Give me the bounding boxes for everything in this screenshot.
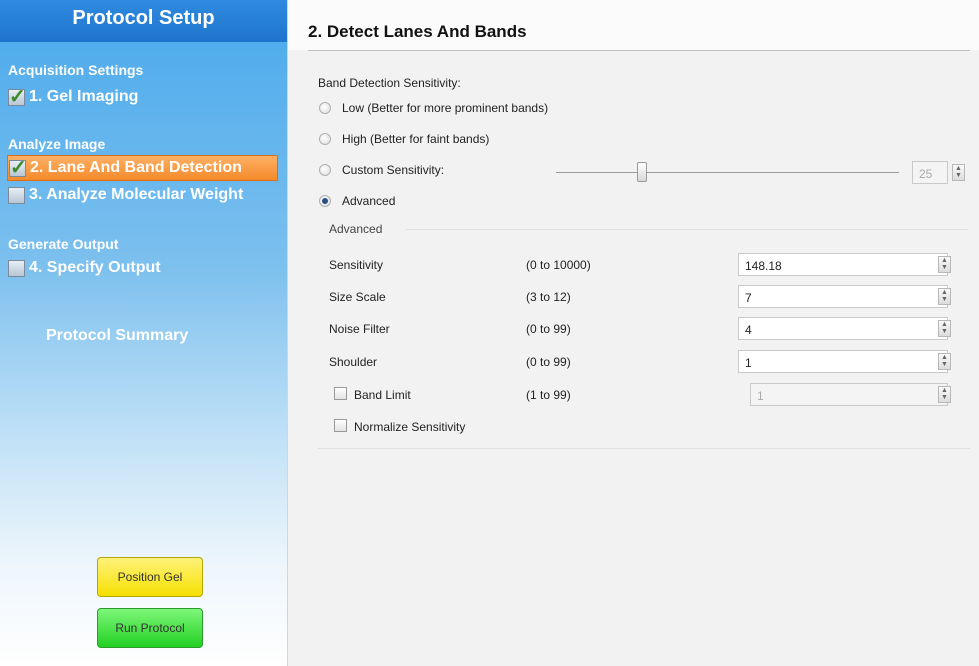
- param-shoulder-range: (0 to 99): [526, 355, 571, 369]
- size-scale-spinner[interactable]: ▲ ▼: [938, 288, 951, 305]
- checkbox-icon: [8, 259, 25, 277]
- band-limit-checkbox[interactable]: [334, 387, 347, 400]
- radio-custom-label[interactable]: Custom Sensitivity:: [342, 163, 444, 177]
- custom-sensitivity-slider-track[interactable]: [556, 172, 899, 173]
- custom-sensitivity-slider-thumb[interactable]: [636, 162, 647, 182]
- band-limit-spinner[interactable]: ▲ ▼: [938, 386, 951, 403]
- param-band-limit-label[interactable]: Band Limit: [354, 388, 411, 402]
- size-scale-field[interactable]: 7: [738, 285, 948, 308]
- band-detection-sensitivity-label: Band Detection Sensitivity:: [318, 76, 461, 90]
- radio-advanced[interactable]: [319, 195, 331, 207]
- advanced-divider: [406, 229, 968, 230]
- run-protocol-button[interactable]: Run Protocol: [97, 608, 203, 648]
- step-label: 4. Specify Output: [29, 259, 161, 276]
- section-acquisition-settings: Acquisition Settings: [8, 62, 144, 78]
- normalize-sensitivity-checkbox[interactable]: [334, 419, 347, 432]
- param-sensitivity-range: (0 to 10000): [526, 258, 591, 272]
- step-label: 3. Analyze Molecular Weight: [29, 186, 244, 203]
- radio-advanced-label[interactable]: Advanced: [342, 194, 395, 208]
- main-panel: 2. Detect Lanes And Bands Band Detection…: [288, 0, 979, 666]
- param-sensitivity-label: Sensitivity: [329, 258, 384, 272]
- checkmark-icon: [9, 155, 27, 180]
- radio-high-label[interactable]: High (Better for faint bands): [342, 132, 489, 146]
- noise-filter-field[interactable]: 4: [738, 317, 948, 340]
- sidebar-title: Protocol Setup: [0, 0, 287, 42]
- param-size-scale-range: (3 to 12): [526, 290, 571, 304]
- band-limit-field[interactable]: 1: [750, 383, 948, 406]
- checkmark-icon: [8, 84, 26, 109]
- radio-low-label[interactable]: Low (Better for more prominent bands): [342, 101, 548, 115]
- advanced-group-heading: Advanced: [329, 222, 383, 236]
- param-noise-filter-range: (0 to 99): [526, 322, 571, 336]
- normalize-sensitivity-label[interactable]: Normalize Sensitivity: [354, 420, 465, 434]
- section-generate-output: Generate Output: [8, 236, 119, 252]
- sensitivity-spinner[interactable]: ▲ ▼: [938, 256, 951, 273]
- shoulder-field[interactable]: 1: [738, 350, 948, 373]
- noise-filter-spinner[interactable]: ▲ ▼: [938, 320, 951, 337]
- checkbox-icon: [8, 186, 25, 204]
- step-gel-imaging[interactable]: 1. Gel Imaging: [8, 84, 139, 109]
- step-analyze-molecular-weight[interactable]: 3. Analyze Molecular Weight: [8, 183, 243, 207]
- custom-sensitivity-spinner[interactable]: ▲ ▼: [952, 164, 965, 181]
- param-size-scale-label: Size Scale: [329, 290, 386, 304]
- radio-custom[interactable]: [319, 164, 331, 176]
- protocol-sidebar: Protocol Setup Acquisition Settings 1. G…: [0, 0, 288, 666]
- step-specify-output[interactable]: 4. Specify Output: [8, 256, 161, 280]
- section-analyze-image: Analyze Image: [8, 136, 106, 152]
- title-divider: [308, 50, 970, 51]
- param-shoulder-label: Shoulder: [329, 355, 378, 369]
- step-label: 1. Gel Imaging: [29, 88, 139, 105]
- advanced-bottom-divider: [318, 448, 970, 449]
- param-noise-filter-label: Noise Filter: [329, 322, 390, 336]
- step-lane-and-band-detection[interactable]: 2. Lane And Band Detection: [7, 155, 278, 181]
- page-title: 2. Detect Lanes And Bands: [308, 22, 527, 41]
- param-band-limit-range: (1 to 99): [526, 388, 571, 402]
- radio-low[interactable]: [319, 102, 331, 114]
- protocol-summary-link[interactable]: Protocol Summary: [46, 327, 188, 345]
- position-gel-button[interactable]: Position Gel: [97, 557, 203, 597]
- shoulder-spinner[interactable]: ▲ ▼: [938, 353, 951, 370]
- custom-sensitivity-field[interactable]: 25: [912, 161, 948, 184]
- sensitivity-field[interactable]: 148.18: [738, 253, 948, 276]
- radio-high[interactable]: [319, 133, 331, 145]
- step-label: 2. Lane And Band Detection: [30, 159, 242, 176]
